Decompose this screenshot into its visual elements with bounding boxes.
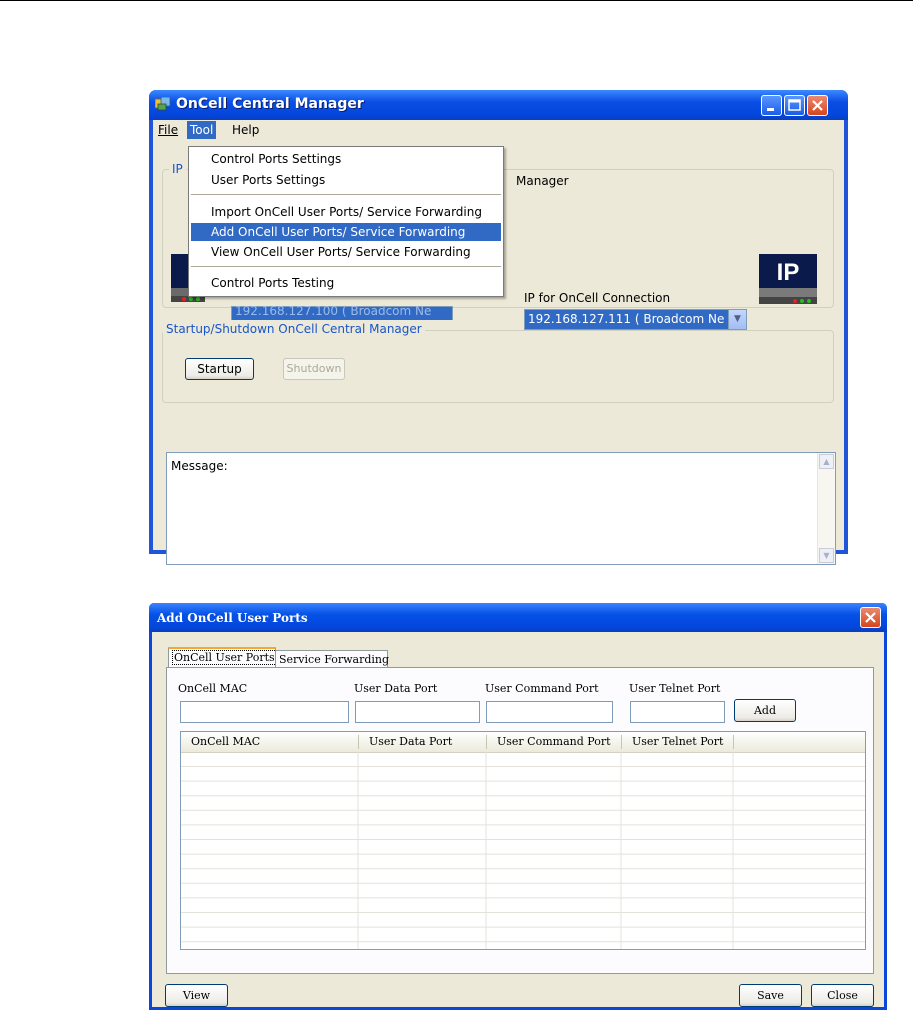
menu-help-label: Help: [232, 123, 260, 137]
data-port-input[interactable]: [355, 701, 480, 723]
column-header-data-port[interactable]: User Data Port: [369, 735, 452, 748]
menu-item-label: View OnCell User Ports/ Service Forwardi…: [211, 245, 471, 259]
tab-oncell-user-ports[interactable]: OnCell User Ports: [168, 647, 277, 668]
telnet-port-input[interactable]: [630, 701, 725, 723]
close-icon: [812, 100, 823, 111]
title-bar[interactable]: OnCell Central Manager: [149, 90, 848, 120]
mac-input[interactable]: [180, 701, 349, 723]
menu-file[interactable]: File: [155, 123, 181, 137]
add-oncell-user-ports-dialog: Add OnCell User Ports OnCell User Ports …: [149, 603, 887, 1010]
ip-group-label: IP: [169, 162, 186, 176]
menu-separator: [191, 194, 501, 195]
page-top-rule: [0, 0, 913, 1]
tab-label: OnCell User Ports: [172, 650, 277, 665]
ip-connection-label: IP for OnCell Connection: [524, 291, 671, 305]
menu-separator: [191, 266, 501, 267]
menu-item-control-ports-settings[interactable]: Control Ports Settings: [191, 150, 501, 168]
menu-item-label: Control Ports Settings: [211, 152, 342, 166]
shutdown-button[interactable]: Shutdown: [283, 358, 345, 380]
command-port-label: User Command Port: [485, 682, 599, 695]
message-box[interactable]: Message: ▲ ▼: [166, 452, 836, 565]
startup-group: [162, 330, 834, 403]
dialog-title: Add OnCell User Ports: [157, 611, 308, 625]
add-button[interactable]: Add: [734, 699, 796, 722]
startup-group-title: Startup/Shutdown OnCell Central Manager: [163, 322, 425, 336]
minimize-icon: [767, 108, 774, 111]
menu-item-label: Control Ports Testing: [211, 276, 335, 290]
startup-button[interactable]: Startup: [185, 358, 254, 380]
column-header-mac[interactable]: OnCell MAC: [191, 735, 260, 748]
command-port-input[interactable]: [486, 701, 613, 723]
ip-connection-combo[interactable]: 192.168.127.111 ( Broadcom Ne ▼: [524, 309, 747, 330]
column-divider: [621, 735, 622, 749]
ip-group-title-fragment: Manager: [513, 174, 572, 188]
data-port-label: User Data Port: [354, 682, 438, 695]
menu-item-label: Import OnCell User Ports/ Service Forwar…: [211, 205, 482, 219]
tool-dropdown-menu: Control Ports Settings User Ports Settin…: [188, 146, 504, 297]
user-ports-table[interactable]: OnCell MAC User Data Port User Command P…: [180, 731, 866, 950]
minimize-button[interactable]: [761, 95, 782, 116]
column-header-telnet-port[interactable]: User Telnet Port: [632, 735, 723, 748]
tab-label: Service Forwarding: [279, 653, 390, 666]
ip-connection-combo-value: 192.168.127.111 ( Broadcom Ne: [528, 312, 725, 326]
maximize-button[interactable]: [784, 95, 805, 116]
menu-item-control-ports-testing[interactable]: Control Ports Testing: [191, 274, 501, 292]
scroll-down-icon[interactable]: ▼: [819, 548, 834, 563]
table-header: OnCell MAC User Data Port User Command P…: [181, 732, 865, 753]
server-ip-combo-value: 192.168.127.100 ( Broadcom Ne: [235, 304, 432, 318]
menu-item-label: User Ports Settings: [211, 173, 326, 187]
menu-item-view-user-ports[interactable]: View OnCell User Ports/ Service Forwardi…: [191, 243, 501, 261]
view-button[interactable]: View: [165, 984, 228, 1007]
menu-item-add-user-ports[interactable]: Add OnCell User Ports/ Service Forwardin…: [191, 223, 501, 241]
column-divider: [358, 735, 359, 749]
column-header-command-port[interactable]: User Command Port: [497, 735, 611, 748]
maximize-icon: [788, 99, 801, 111]
dialog-close-button[interactable]: [860, 607, 881, 628]
scroll-up-icon[interactable]: ▲: [819, 454, 834, 469]
server-ip-combo[interactable]: 192.168.127.100 ( Broadcom Ne: [231, 304, 453, 320]
table-gridlines: [181, 752, 865, 949]
column-divider: [486, 735, 487, 749]
tab-panel: OnCell MAC User Data Port User Command P…: [166, 667, 874, 974]
dialog-client: OnCell User Ports Service Forwarding OnC…: [152, 632, 884, 1007]
menu-item-user-ports-settings[interactable]: User Ports Settings: [191, 171, 501, 189]
menu-tool[interactable]: Tool: [187, 121, 217, 139]
app-icon: [155, 97, 171, 111]
telnet-port-label: User Telnet Port: [629, 682, 721, 695]
close-icon: [865, 612, 876, 623]
menu-file-label: File: [158, 123, 179, 137]
mac-label: OnCell MAC: [178, 682, 248, 695]
save-button[interactable]: Save: [739, 984, 802, 1007]
dialog-title-bar[interactable]: Add OnCell User Ports: [149, 603, 887, 632]
close-button[interactable]: [807, 95, 828, 116]
chevron-down-icon[interactable]: ▼: [728, 310, 746, 329]
ip-icon-text: IP: [777, 259, 800, 286]
menu-item-import-user-ports[interactable]: Import OnCell User Ports/ Service Forwar…: [191, 203, 501, 221]
column-divider: [733, 735, 734, 749]
close-dialog-button[interactable]: Close: [811, 984, 874, 1007]
message-label: Message:: [171, 459, 228, 473]
menu-help[interactable]: Help: [229, 123, 262, 137]
menu-item-label: Add OnCell User Ports/ Service Forwardin…: [211, 225, 466, 239]
window-title: OnCell Central Manager: [176, 96, 364, 112]
menu-bar: File Tool Help: [153, 120, 844, 140]
ip-network-icon: IP: [759, 254, 817, 304]
message-scrollbar[interactable]: ▲ ▼: [817, 453, 835, 564]
menu-tool-label: Tool: [190, 123, 214, 137]
